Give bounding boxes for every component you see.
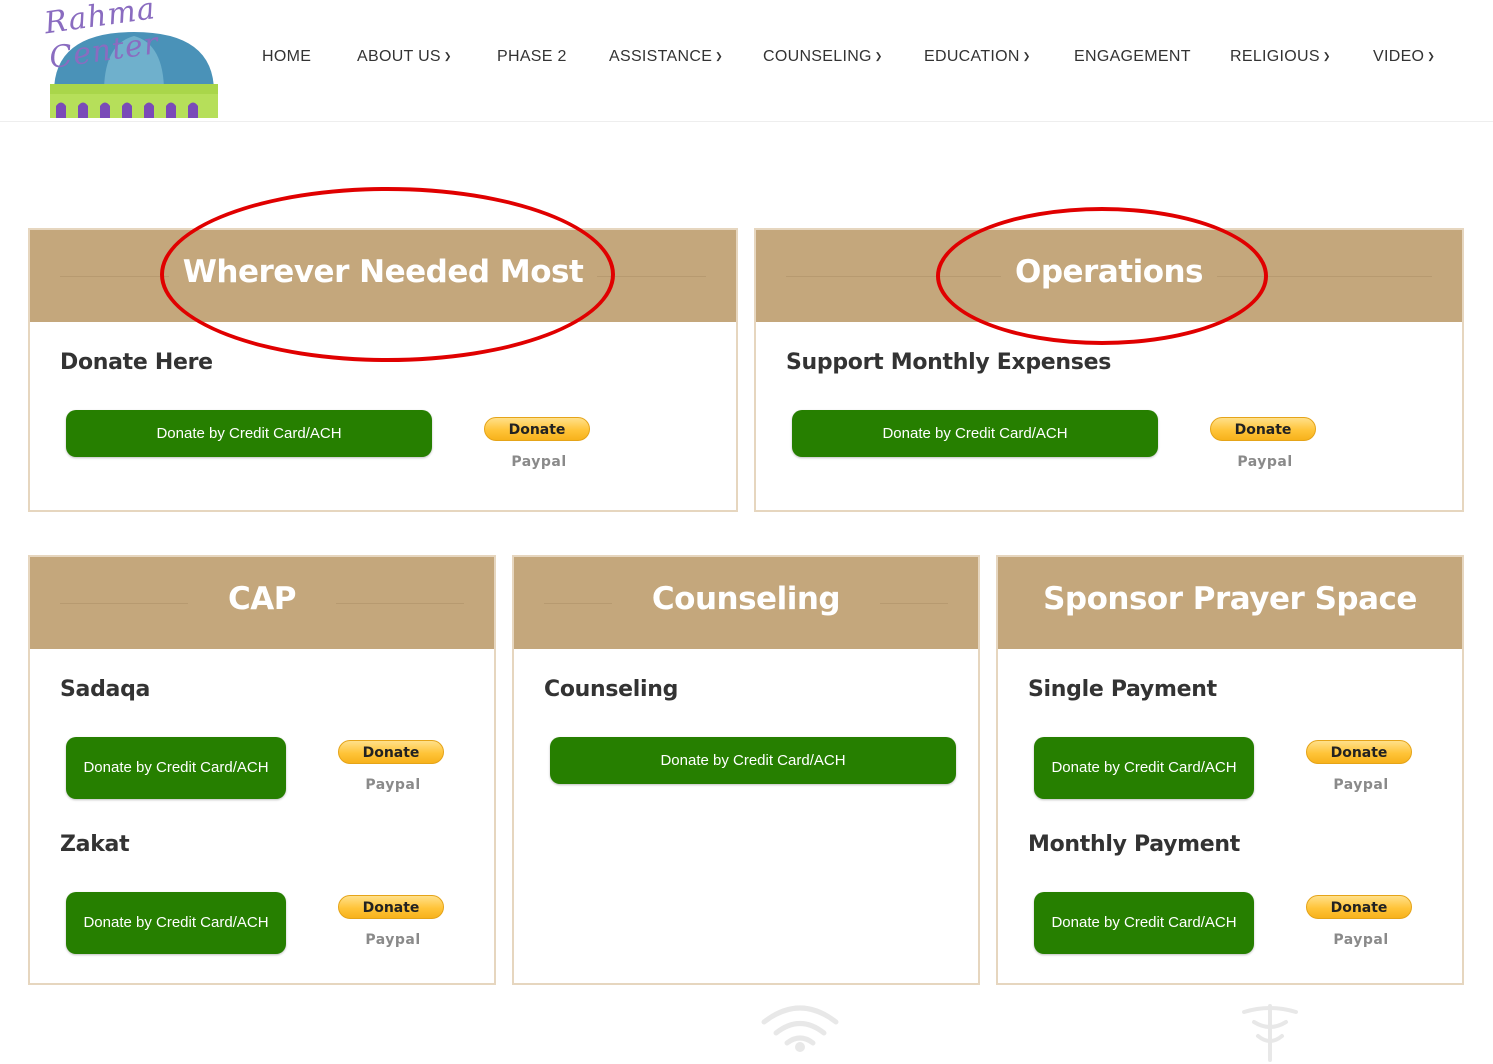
donate-credit-card-button[interactable]: Donate by Credit Card/ACH <box>1034 892 1254 954</box>
nav-about-us[interactable]: ABOUT US ❯ <box>357 48 452 66</box>
card-title: CAP <box>188 581 336 617</box>
nav-assistance[interactable]: ASSISTANCE ❯ <box>609 48 723 66</box>
card-header: CAP <box>30 557 494 649</box>
card-title: Operations <box>1000 254 1218 290</box>
paypal-donate-button[interactable]: Donate <box>338 740 444 764</box>
card-sponsor-prayer-space: Sponsor Prayer Space Single Payment Dona… <box>996 555 1464 985</box>
card-cap: CAP Sadaqa Donate by Credit Card/ACH Don… <box>28 555 496 985</box>
nav-phase-2[interactable]: PHASE 2 <box>497 48 567 66</box>
wifi-icon <box>761 1005 839 1052</box>
section-title-monthly-payment: Monthly Payment <box>1028 832 1240 857</box>
nav-counseling[interactable]: COUNSELING ❯ <box>763 48 883 66</box>
paypal-label: Paypal <box>1333 777 1389 793</box>
card-title: Wherever Needed Most <box>168 254 598 290</box>
section-title-zakat: Zakat <box>60 832 130 857</box>
caduceus-icon <box>1242 1004 1298 1062</box>
card-wherever-needed-most: Wherever Needed Most Donate Here Donate … <box>28 228 738 512</box>
rahma-center-logo[interactable]: Rahma Center <box>42 0 231 120</box>
chevron-down-icon: ❯ <box>1322 51 1331 61</box>
paypal-donate-button[interactable]: Donate <box>338 895 444 919</box>
section-title-sadaqa: Sadaqa <box>60 677 151 702</box>
donate-credit-card-button[interactable]: Donate by Credit Card/ACH <box>66 892 286 954</box>
donate-credit-card-button[interactable]: Donate by Credit Card/ACH <box>66 737 286 799</box>
chevron-down-icon: ❯ <box>443 51 452 61</box>
section-title: Counseling <box>544 677 679 702</box>
section-title: Donate Here <box>60 350 213 375</box>
card-header: Operations <box>756 230 1462 322</box>
card-counseling: Counseling Counseling Donate by Credit C… <box>512 555 980 985</box>
paypal-donate-button[interactable]: Donate <box>1306 740 1412 764</box>
paypal-label: Paypal <box>1237 454 1293 470</box>
nav-video[interactable]: VIDEO ❯ <box>1373 48 1435 66</box>
section-title-single-payment: Single Payment <box>1028 677 1217 702</box>
paypal-label: Paypal <box>511 454 567 470</box>
site-header: Rahma Center HOME ABOUT US ❯ PHASE 2 ASSI… <box>0 0 1493 122</box>
nav-religious[interactable]: RELIGIOUS ❯ <box>1230 48 1331 66</box>
nav-home[interactable]: HOME <box>262 48 311 66</box>
chevron-down-icon: ❯ <box>1427 51 1436 61</box>
card-header: Wherever Needed Most <box>30 230 736 322</box>
card-header: Counseling <box>514 557 978 649</box>
paypal-label: Paypal <box>1333 932 1389 948</box>
card-operations: Operations Support Monthly Expenses Dona… <box>754 228 1464 512</box>
donate-credit-card-button[interactable]: Donate by Credit Card/ACH <box>550 737 956 784</box>
paypal-donate-button[interactable]: Donate <box>1210 417 1316 441</box>
card-title: Sponsor Prayer Space <box>1029 581 1431 617</box>
chevron-down-icon: ❯ <box>874 51 883 61</box>
card-title: Counseling <box>611 581 881 617</box>
nav-education[interactable]: EDUCATION ❯ <box>924 48 1031 66</box>
donate-credit-card-button[interactable]: Donate by Credit Card/ACH <box>1034 737 1254 799</box>
paypal-label: Paypal <box>365 777 421 793</box>
donate-credit-card-button[interactable]: Donate by Credit Card/ACH <box>66 410 432 457</box>
chevron-down-icon: ❯ <box>1022 51 1031 61</box>
paypal-donate-button[interactable]: Donate <box>484 417 590 441</box>
donate-credit-card-button[interactable]: Donate by Credit Card/ACH <box>792 410 1158 457</box>
chevron-down-icon: ❯ <box>715 51 724 61</box>
card-header: Sponsor Prayer Space <box>998 557 1462 649</box>
section-title: Support Monthly Expenses <box>786 350 1111 375</box>
paypal-label: Paypal <box>365 932 421 948</box>
nav-engagement[interactable]: ENGAGEMENT <box>1074 48 1191 66</box>
paypal-donate-button[interactable]: Donate <box>1306 895 1412 919</box>
